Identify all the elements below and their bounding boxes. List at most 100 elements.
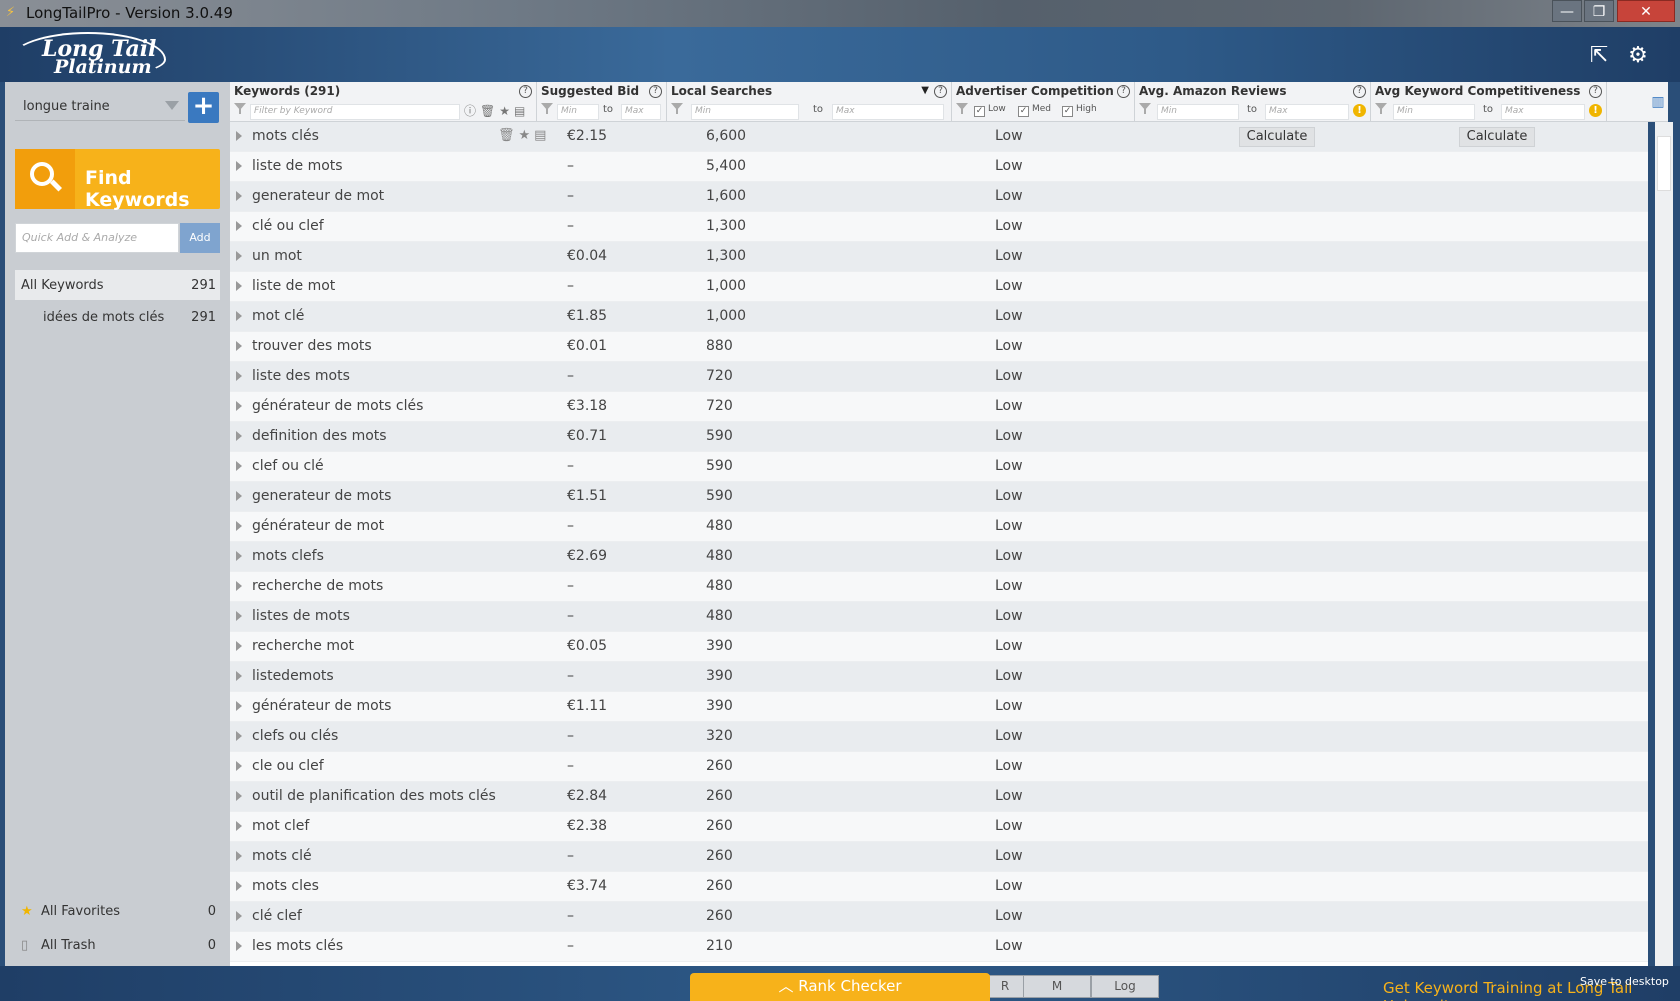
rank-checker-button[interactable]: ︿ Rank Checker	[690, 973, 990, 1001]
expand-arrow-icon[interactable]	[236, 941, 242, 951]
table-row[interactable]: cle ou clef – 260 Low	[230, 752, 1648, 782]
expand-arrow-icon[interactable]	[236, 191, 242, 201]
expand-arrow-icon[interactable]	[236, 911, 242, 921]
expand-arrow-icon[interactable]	[236, 341, 242, 351]
filter-icon[interactable]	[956, 103, 968, 115]
expand-arrow-icon[interactable]	[236, 131, 242, 141]
column-keywords[interactable]: Keywords (291) ? Filter by Keyword ⓘ🗑★▤	[230, 82, 537, 122]
filter-icon[interactable]	[1375, 103, 1387, 115]
table-row[interactable]: clef ou clé – 590 Low	[230, 452, 1648, 482]
expand-arrow-icon[interactable]	[236, 371, 242, 381]
table-row[interactable]: clé clef – 260 Low	[230, 902, 1648, 932]
table-row[interactable]: générateur de mots clés €3.18 720 Low	[230, 392, 1648, 422]
expand-arrow-icon[interactable]	[236, 401, 242, 411]
column-suggested-bid[interactable]: Suggested Bid ? Min to Max	[537, 82, 667, 122]
table-row[interactable]: recherche mot €0.05 390 Low	[230, 632, 1648, 662]
calculate-kc-button[interactable]: Calculate	[1459, 127, 1535, 147]
row-action-icons[interactable]: 🗑★▤	[498, 128, 550, 143]
amazon-min-input[interactable]: Min	[1157, 104, 1239, 120]
nav-all-keywords[interactable]: All Keywords 291	[15, 270, 220, 300]
table-row[interactable]: definition des mots €0.71 590 Low	[230, 422, 1648, 452]
amazon-max-input[interactable]: Max	[1265, 104, 1349, 120]
table-row[interactable]: liste des mots – 720 Low	[230, 362, 1648, 392]
expand-arrow-icon[interactable]	[236, 461, 242, 471]
filter-icon[interactable]	[671, 103, 683, 115]
help-icon[interactable]: ?	[1589, 85, 1602, 98]
save-to-desktop-label[interactable]: Save to desktop	[1580, 975, 1669, 988]
nav-keyword-group[interactable]: idées de mots clés 291	[15, 302, 220, 332]
sort-desc-icon[interactable]: ▼	[921, 85, 929, 96]
tab-m[interactable]: M	[1023, 975, 1091, 998]
column-local-searches[interactable]: Local Searches ▼ ? Min to Max	[667, 82, 952, 122]
expand-arrow-icon[interactable]	[236, 251, 242, 261]
table-row[interactable]: mot clé €1.85 1,000 Low	[230, 302, 1648, 332]
expand-arrow-icon[interactable]	[236, 821, 242, 831]
vertical-scrollbar[interactable]	[1655, 122, 1673, 966]
expand-arrow-icon[interactable]	[236, 791, 242, 801]
table-row[interactable]: mot clef €2.38 260 Low	[230, 812, 1648, 842]
expand-arrow-icon[interactable]	[236, 881, 242, 891]
filter-icon[interactable]	[1139, 103, 1151, 115]
tab-log[interactable]: Log	[1091, 975, 1159, 998]
table-row[interactable]: generateur de mots €1.51 590 Low	[230, 482, 1648, 512]
competition-high-checkbox[interactable]: ✓ High	[1062, 104, 1097, 117]
table-row[interactable]: mots clefs €2.69 480 Low	[230, 542, 1648, 572]
help-icon[interactable]: ?	[1353, 85, 1366, 98]
table-row[interactable]: clé ou clef – 1,300 Low	[230, 212, 1648, 242]
expand-arrow-icon[interactable]	[236, 161, 242, 171]
filter-icon[interactable]	[541, 103, 553, 115]
minimize-button[interactable]: —	[1552, 0, 1582, 22]
tab-r[interactable]: R	[985, 975, 1025, 998]
keyword-filter-input[interactable]: Filter by Keyword	[250, 104, 460, 120]
nav-all-trash[interactable]: ▯ All Trash 0	[15, 930, 220, 960]
column-keyword-competitiveness[interactable]: Avg Keyword Competitiveness ? Min to Max…	[1371, 82, 1607, 122]
help-icon[interactable]: ?	[519, 85, 532, 98]
table-row[interactable]: outil de planification des mots clés €2.8…	[230, 782, 1648, 812]
expand-arrow-icon[interactable]	[236, 611, 242, 621]
table-row[interactable]: clefs ou clés – 320 Low	[230, 722, 1648, 752]
bid-min-input[interactable]: Min	[557, 104, 599, 120]
table-row[interactable]: générateur de mots €1.11 390 Low	[230, 692, 1648, 722]
kc-min-input[interactable]: Min	[1393, 104, 1475, 120]
column-amazon-reviews[interactable]: Avg. Amazon Reviews ? Min to Max !	[1135, 82, 1371, 122]
table-row[interactable]: générateur de mot – 480 Low	[230, 512, 1648, 542]
find-keywords-button[interactable]: Find Keywords	[15, 149, 220, 211]
table-row[interactable]: liste de mot – 1,000 Low	[230, 272, 1648, 302]
maximize-button[interactable]: ❐	[1584, 0, 1614, 22]
searches-max-input[interactable]: Max	[832, 104, 944, 120]
expand-arrow-icon[interactable]	[236, 701, 242, 711]
searches-min-input[interactable]: Min	[691, 104, 799, 120]
expand-arrow-icon[interactable]	[236, 761, 242, 771]
help-icon[interactable]: ?	[934, 85, 947, 98]
table-row[interactable]: mots clé – 260 Low	[230, 842, 1648, 872]
table-row[interactable]: listedemots – 390 Low	[230, 662, 1648, 692]
expand-arrow-icon[interactable]	[236, 551, 242, 561]
scrollbar-thumb[interactable]	[1657, 136, 1671, 191]
warning-icon[interactable]: !	[1353, 104, 1366, 117]
table-row[interactable]: mots cles €3.74 260 Low	[230, 872, 1648, 902]
expand-arrow-icon[interactable]	[236, 311, 242, 321]
expand-arrow-icon[interactable]	[236, 431, 242, 441]
competition-med-checkbox[interactable]: ✓ Med	[1018, 104, 1051, 117]
bid-max-input[interactable]: Max	[621, 104, 661, 120]
table-row[interactable]: listes de mots – 480 Low	[230, 602, 1648, 632]
expand-arrow-icon[interactable]	[236, 581, 242, 591]
quick-add-button[interactable]: Add	[180, 223, 220, 253]
expand-arrow-icon[interactable]	[236, 521, 242, 531]
warning-icon[interactable]: !	[1589, 104, 1602, 117]
expand-arrow-icon[interactable]	[236, 641, 242, 651]
expand-arrow-icon[interactable]	[236, 851, 242, 861]
competition-low-checkbox[interactable]: ✓ Low	[974, 104, 1006, 117]
table-row[interactable]: trouver des mots €0.01 880 Low	[230, 332, 1648, 362]
table-row[interactable]: generateur de mot – 1,600 Low	[230, 182, 1648, 212]
table-row[interactable]: recherche de mots – 480 Low	[230, 572, 1648, 602]
project-dropdown[interactable]: longue traine	[15, 89, 185, 121]
export-icon[interactable]: ⇱	[1587, 44, 1611, 68]
expand-arrow-icon[interactable]	[236, 491, 242, 501]
expand-arrow-icon[interactable]	[236, 281, 242, 291]
table-row[interactable]: un mot €0.04 1,300 Low	[230, 242, 1648, 272]
table-row[interactable]: les mots clés – 210 Low	[230, 932, 1648, 962]
close-button[interactable]: ✕	[1617, 0, 1675, 22]
expand-arrow-icon[interactable]	[236, 221, 242, 231]
gear-icon[interactable]: ⚙	[1626, 44, 1650, 68]
